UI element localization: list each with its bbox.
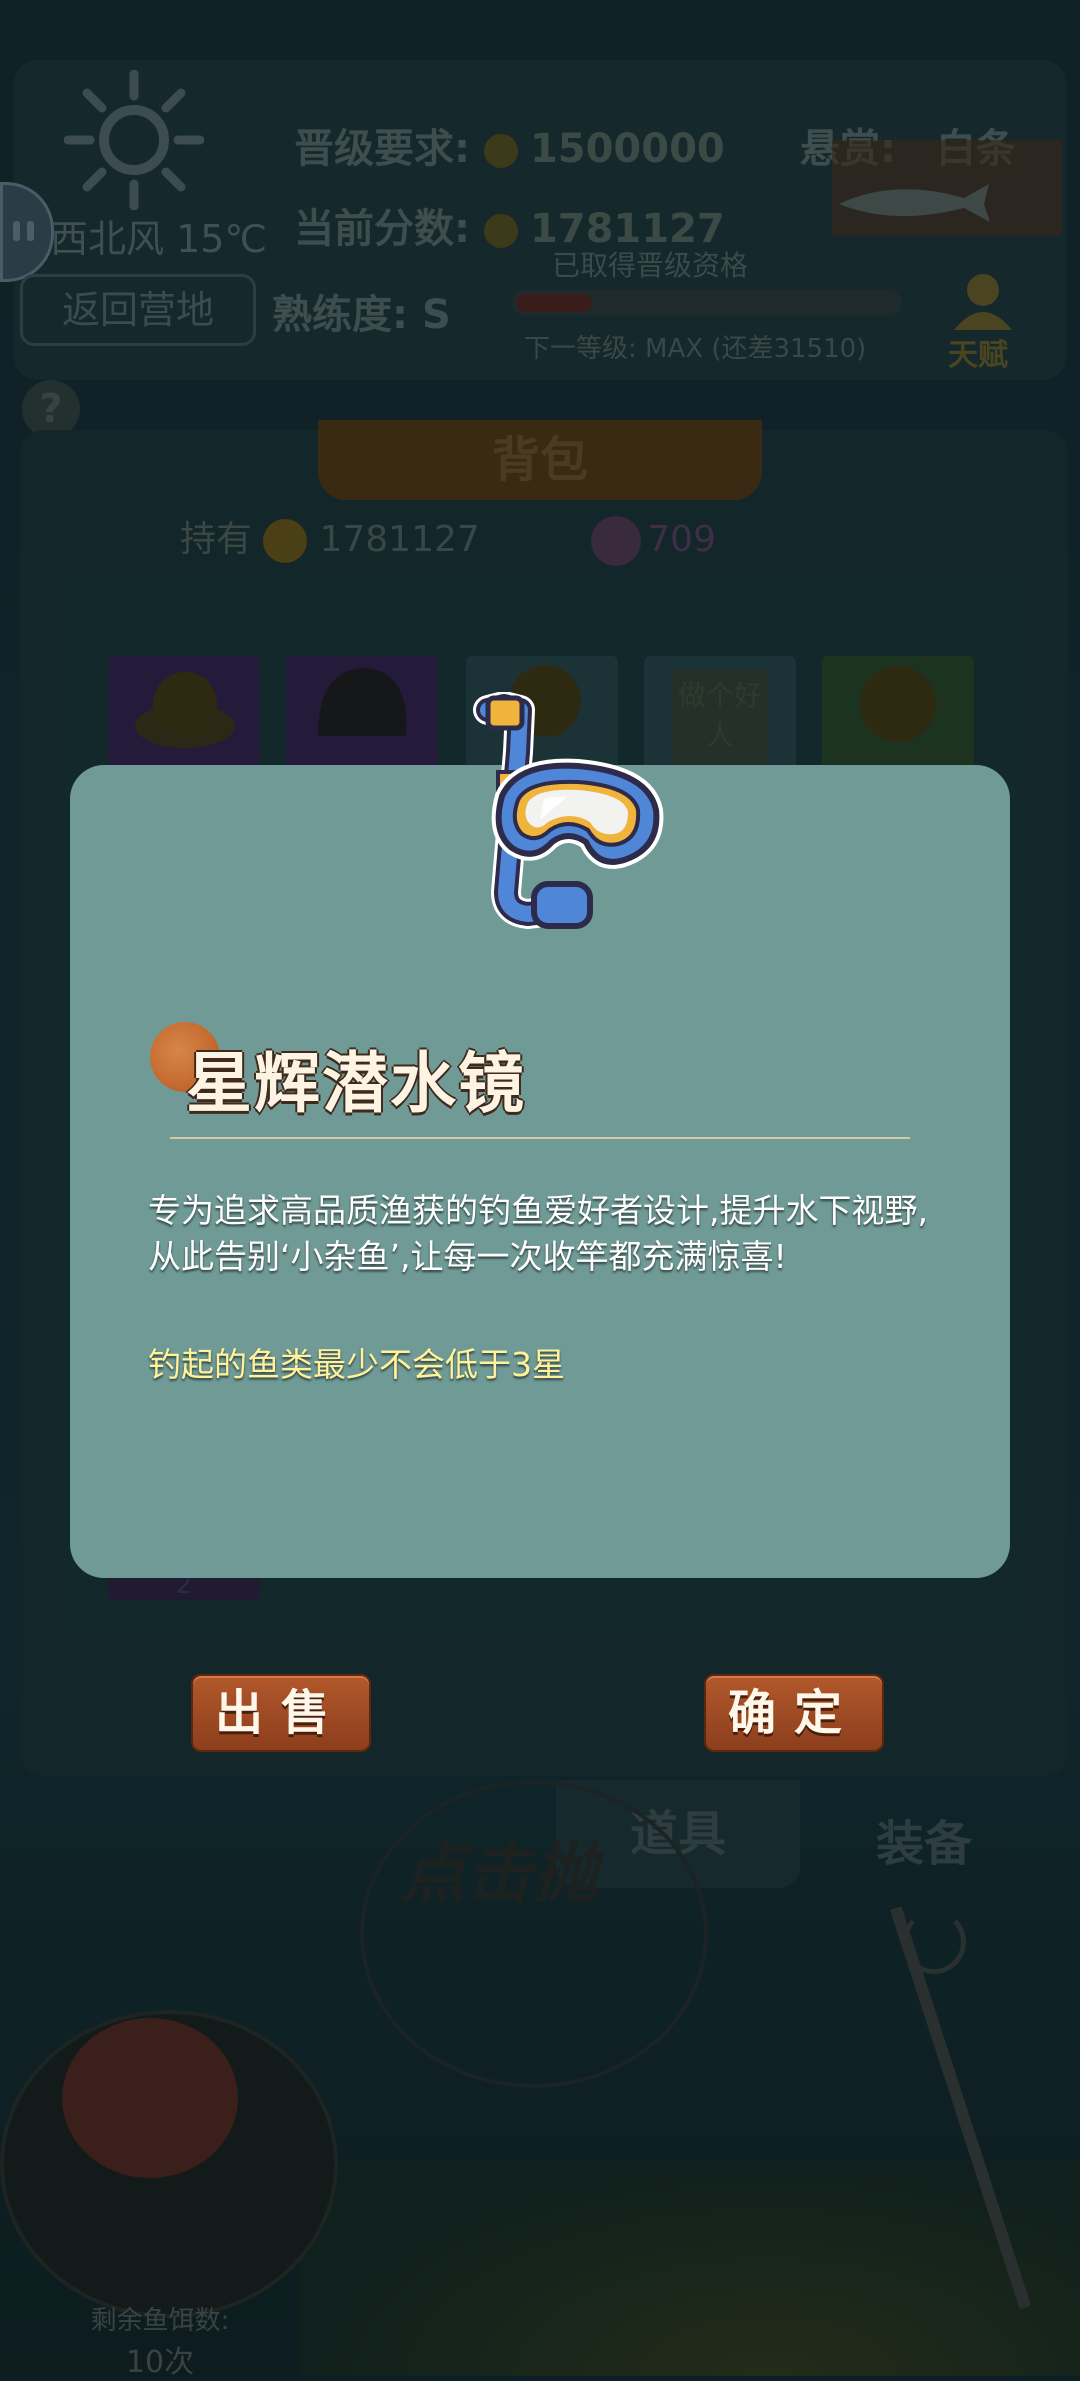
- gem-icon: [591, 516, 642, 566]
- talent-icon[interactable]: [950, 270, 1016, 330]
- face-icon: [13, 221, 34, 241]
- backpack-title: 背包: [318, 420, 762, 500]
- fish-icon: [839, 184, 990, 222]
- proficiency-value: S: [421, 292, 451, 338]
- hold-label: 持有: [180, 519, 253, 560]
- bait-remaining: 剩余鱼饵数: 10次: [40, 2300, 280, 2381]
- talent-label[interactable]: 天赋: [948, 330, 1008, 374]
- proficiency-progress-fill: [516, 294, 592, 312]
- coin-icon: [263, 519, 308, 563]
- rod-tip-icon: [902, 1910, 966, 1974]
- grass-decoration: [300, 2160, 1080, 2376]
- bait-ball-icon: [62, 2018, 238, 2178]
- click-to-cast-hint[interactable]: 点击抛: [400, 1820, 598, 1916]
- helmet-icon: [318, 668, 407, 736]
- upgrade-req-value: 1500000: [529, 126, 725, 172]
- coin-icon: [483, 214, 518, 248]
- bait-remaining-count: 10次: [125, 2345, 195, 2380]
- chat-face-button[interactable]: [0, 182, 54, 282]
- weather-text: 西北风 15℃: [50, 217, 268, 261]
- sell-button[interactable]: 出售: [191, 1674, 371, 1752]
- next-level-note: 下一等级: MAX (还差31510): [524, 334, 867, 364]
- qualified-note: 已取得晋级资格: [552, 249, 749, 282]
- tab-equipment[interactable]: 装备: [876, 1804, 972, 1874]
- confirm-button[interactable]: 确定: [704, 1674, 884, 1752]
- coin-icon: [483, 134, 518, 168]
- current-score-label: 当前分数:: [294, 206, 470, 252]
- bait-remaining-label: 剩余鱼饵数:: [90, 2306, 230, 2336]
- return-camp-button[interactable]: 返回营地: [20, 274, 256, 346]
- item-effect: 钓起的鱼类最少不会低于3星: [148, 1345, 565, 1384]
- bait-pile-icon: [135, 672, 235, 748]
- item-name: 星辉潜水镜: [186, 1045, 526, 1122]
- title-divider: [170, 1137, 910, 1139]
- sun-weather-icon: [64, 70, 204, 210]
- item-description: 专为追求高品质渔获的钓鱼爱好者设计,提升水下视野,从此告别‘小杂鱼’,让每一次收…: [148, 1191, 928, 1276]
- bait-cluster-icon: [860, 666, 936, 742]
- proficiency-label: 熟练度:: [272, 292, 408, 338]
- coin-amount: 1781127: [319, 519, 480, 560]
- snorkel-mask-icon: [473, 692, 664, 929]
- upgrade-requirement: 晋级要求: 1500000: [294, 116, 725, 174]
- proficiency: 熟练度: S: [272, 282, 451, 340]
- upgrade-req-label: 晋级要求:: [294, 126, 470, 172]
- holdings-row: 持有 1781127 709: [180, 510, 716, 566]
- card-item: 做个好人: [672, 670, 768, 772]
- gem-amount: 709: [647, 519, 716, 560]
